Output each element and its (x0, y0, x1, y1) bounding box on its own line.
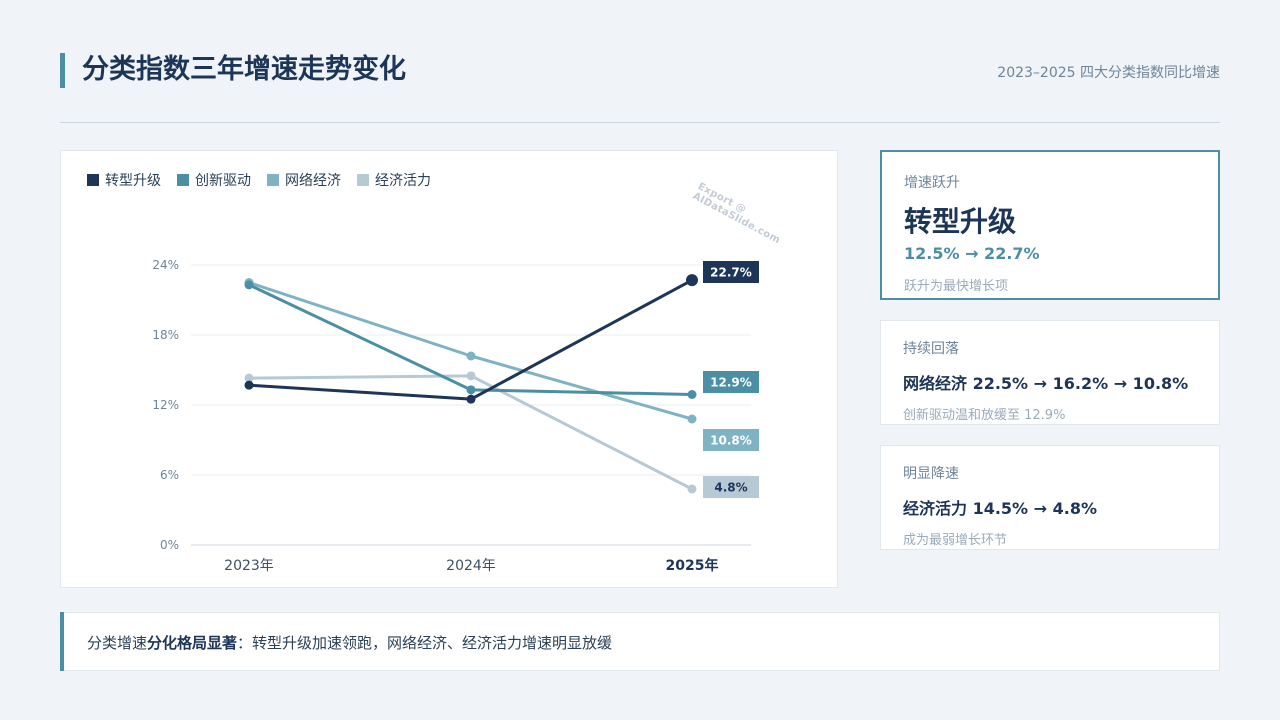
y-tick-label: 18% (152, 328, 179, 342)
data-point (466, 385, 476, 395)
card-change: 12.5% → 22.7% (904, 244, 1040, 263)
insight-card-slowdown: 明显降速 经济活力 14.5% → 4.8% 成为最弱增长环节 (880, 445, 1220, 550)
card-main-text: 经济活力 14.5% → 4.8% (903, 499, 1098, 518)
series-line-0 (248, 278, 693, 401)
data-point (687, 484, 697, 494)
card-headline: 转型升级 (904, 205, 1017, 238)
data-point (244, 280, 254, 290)
y-tick-label: 0% (160, 538, 179, 552)
data-point (244, 380, 254, 390)
end-data-label: 4.8% (714, 481, 747, 495)
page-subtitle: 2023–2025 四大分类指数同比增速 (997, 65, 1220, 81)
y-tick-label: 12% (152, 398, 179, 412)
x-tick-label: 2024年 (446, 558, 496, 574)
summary-bold: 分化格局显著 (147, 634, 238, 652)
x-tick-label: 2023年 (224, 558, 274, 574)
card-label: 持续回落 (903, 341, 959, 357)
data-point (687, 390, 697, 399)
line-chart: 0% 6% 12% 18% 24% 2023年 2024年 2025年 22.7% 12.9% 10… (152, 258, 759, 574)
card-note: 跃升为最快增长项 (904, 279, 1009, 294)
end-data-label: 22.7% (710, 266, 752, 280)
title-accent-bar (60, 53, 65, 88)
data-point (466, 351, 476, 361)
insight-card-surge: 增速跃升 转型升级 12.5% → 22.7% 跃升为最快增长项 (880, 150, 1220, 300)
x-tick-label: 2025年 (666, 557, 719, 574)
card-label: 增速跃升 (904, 175, 960, 191)
header-divider (60, 122, 1220, 123)
page-title: 分类指数三年增速走势变化 (82, 54, 406, 85)
y-tick-label: 6% (160, 468, 179, 482)
summary-bar: 分类增速分化格局显著：转型升级加速领跑，网络经济、经济活力增速明显放缓 (60, 612, 1220, 671)
card-label: 明显降速 (903, 466, 959, 482)
end-data-label: 10.8% (710, 434, 752, 448)
chart-panel: 转型升级 创新驱动 网络经济 经济活力 Export @ AIDataSlide… (60, 150, 838, 588)
insight-card-decline: 持续回落 网络经济 22.5% → 16.2% → 10.8% 创新驱动温和放缓… (880, 320, 1220, 425)
card-main-text: 网络经济 22.5% → 16.2% → 10.8% (903, 374, 1189, 393)
summary-suffix: ：转型升级加速领跑，网络经济、经济活力增速明显放缓 (237, 634, 613, 652)
data-point (686, 274, 698, 287)
summary-text: 分类增速分化格局显著：转型升级加速领跑，网络经济、经济活力增速明显放缓 (87, 632, 612, 653)
summary-prefix: 分类增速 (87, 634, 148, 652)
y-tick-label: 24% (152, 258, 179, 272)
data-point (687, 414, 697, 424)
data-point (466, 371, 476, 381)
data-point (466, 394, 476, 404)
end-data-label: 12.9% (710, 376, 752, 390)
summary-accent-bar (60, 612, 64, 671)
card-note: 创新驱动温和放缓至 12.9% (903, 408, 1066, 423)
card-note: 成为最弱增长环节 (903, 533, 1008, 548)
